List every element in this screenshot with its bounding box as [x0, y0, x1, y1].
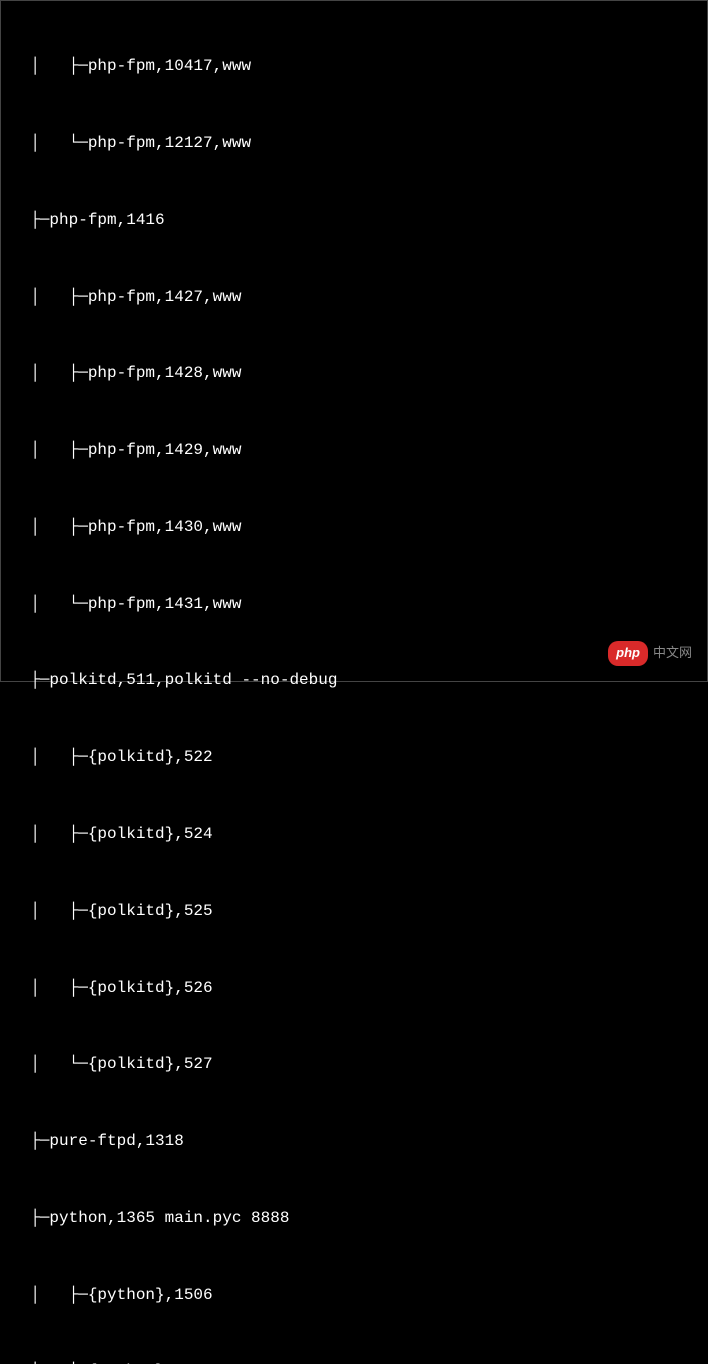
- tree-line: │ ├─{python},1506: [11, 1283, 697, 1309]
- tree-line: ├─pure-ftpd,1318: [11, 1129, 697, 1155]
- terminal-output: │ ├─php-fpm,10417,www │ └─php-fpm,12127,…: [1, 1, 707, 1364]
- watermark-text: 中文网: [653, 643, 692, 664]
- tree-line: │ └─php-fpm,1431,www: [11, 592, 697, 618]
- tree-line: ├─polkitd,511,polkitd --no-debug: [11, 668, 697, 694]
- tree-line: │ ├─{python},1509: [11, 1359, 697, 1364]
- tree-line: │ ├─{polkitd},526: [11, 976, 697, 1002]
- tree-line: ├─python,1365 main.pyc 8888: [11, 1206, 697, 1232]
- tree-line: │ └─php-fpm,12127,www: [11, 131, 697, 157]
- tree-line: ├─php-fpm,1416: [11, 208, 697, 234]
- tree-line: │ ├─php-fpm,1428,www: [11, 361, 697, 387]
- tree-line: │ ├─php-fpm,1427,www: [11, 285, 697, 311]
- tree-line: │ ├─{polkitd},524: [11, 822, 697, 848]
- tree-line: │ ├─php-fpm,10417,www: [11, 54, 697, 80]
- tree-line: │ ├─{polkitd},522: [11, 745, 697, 771]
- tree-line: │ └─{polkitd},527: [11, 1052, 697, 1078]
- watermark-badge: php: [608, 641, 648, 666]
- tree-line: │ ├─{polkitd},525: [11, 899, 697, 925]
- tree-line: │ ├─php-fpm,1429,www: [11, 438, 697, 464]
- watermark: php 中文网: [608, 641, 692, 666]
- tree-line: │ ├─php-fpm,1430,www: [11, 515, 697, 541]
